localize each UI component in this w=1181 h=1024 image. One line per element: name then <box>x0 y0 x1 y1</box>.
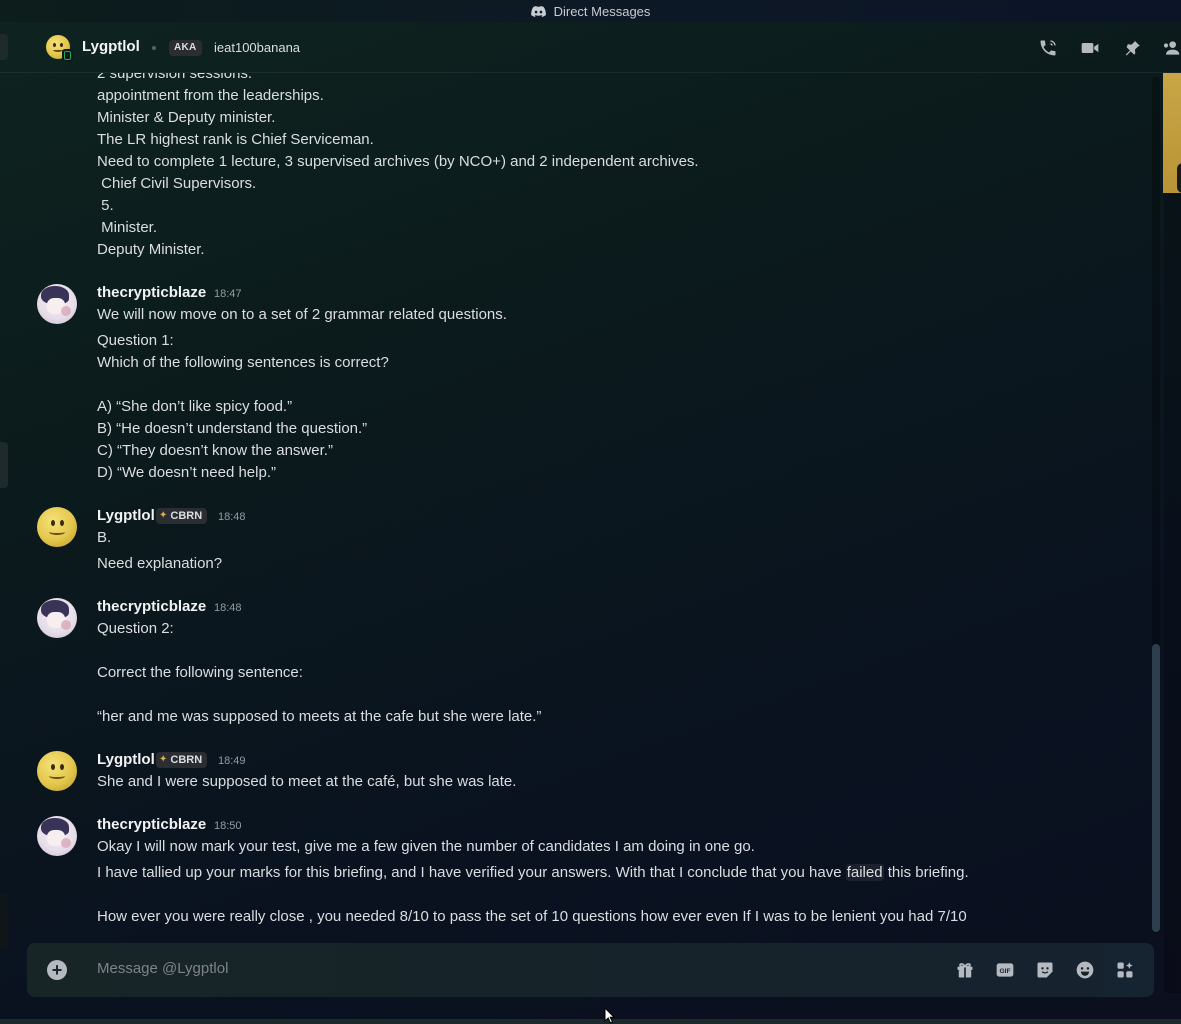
message-text: Which of the following sentences is corr… <box>97 354 389 371</box>
role-icon: ✦ <box>159 754 168 765</box>
user-avatar[interactable] <box>37 284 77 324</box>
highlighted-word: failed <box>845 864 884 881</box>
video-call-icon[interactable] <box>1079 37 1101 59</box>
message-text: Chief Civil Supervisors. <box>97 175 257 192</box>
message-text: A) “She don’t like spicy food.” <box>97 398 293 415</box>
mobile-status-icon <box>62 49 73 62</box>
message-composer[interactable]: + Message @Lygptlol GIF <box>27 943 1154 997</box>
message-text: Deputy Minister. <box>97 241 205 258</box>
role-tag-label: CBRN <box>170 754 203 766</box>
message-text: Question 2: <box>97 620 174 637</box>
message-timestamp: 18:47 <box>214 288 242 300</box>
message-text: We will now move on to a set of 2 gramma… <box>97 306 507 323</box>
profile-panel <box>1164 193 1181 993</box>
message-text: Minister & Deputy minister. <box>97 109 276 126</box>
message-text: I have tallied up your marks for this br… <box>97 863 969 883</box>
message-author[interactable]: thecrypticblaze <box>97 815 206 835</box>
scrollbar-thumb[interactable] <box>1152 644 1160 932</box>
message-text: She and I were supposed to meet at the c… <box>97 773 517 790</box>
status-strip <box>0 1019 1181 1024</box>
message-timestamp: 18:50 <box>214 820 242 832</box>
message-text: C) “They doesn’t know the answer.” <box>97 442 333 459</box>
alias-name: ieat100banana <box>214 40 301 55</box>
user-avatar[interactable] <box>37 507 77 547</box>
message-text: Okay I will now mark your test, give me … <box>97 838 755 855</box>
gift-icon[interactable] <box>954 959 976 981</box>
message-text-part: this briefing. <box>883 864 969 881</box>
pin-icon[interactable] <box>1121 37 1143 59</box>
user-avatar[interactable] <box>37 816 77 856</box>
message-author[interactable]: Lygptlol <box>97 506 155 526</box>
message-text-part: I have tallied up your marks for this br… <box>97 864 846 881</box>
role-tag[interactable]: ✦ CBRN <box>156 508 208 524</box>
user-avatar[interactable] <box>37 751 77 791</box>
user-avatar[interactable] <box>37 598 77 638</box>
window-title: Direct Messages <box>553 3 651 19</box>
message-text: Need explanation? <box>97 555 223 572</box>
attach-plus-icon[interactable]: + <box>47 960 67 980</box>
role-tag-label: CBRN <box>170 510 203 522</box>
mouse-cursor-icon <box>604 1007 616 1024</box>
message-text: B. <box>97 529 112 546</box>
phone-call-icon[interactable] <box>1037 37 1059 59</box>
message-text: Need to complete 1 lecture, 3 supervised… <box>97 153 699 170</box>
message-text: appointment from the leaderships. <box>97 87 324 104</box>
emoji-icon[interactable] <box>1074 959 1096 981</box>
message-text: Minister. <box>97 219 158 236</box>
message-text: D) “We doesn’t need help.” <box>97 464 276 481</box>
message-author[interactable]: Lygptlol <box>97 750 155 770</box>
message-text: The LR highest rank is Chief Serviceman. <box>97 131 374 148</box>
profile-banner <box>1163 73 1181 193</box>
message-text: How ever you were really close , you nee… <box>97 908 967 925</box>
role-icon: ✦ <box>159 510 168 521</box>
gif-icon[interactable]: GIF <box>994 959 1016 981</box>
window-title-bar: Direct Messages <box>0 0 1181 22</box>
message-text: 5. <box>97 197 114 214</box>
message-author[interactable]: thecrypticblaze <box>97 283 206 303</box>
discord-icon <box>530 5 546 17</box>
message-text: “her and me was supposed to meets at the… <box>97 708 542 725</box>
sticker-icon[interactable] <box>1034 959 1056 981</box>
message-timestamp: 18:49 <box>218 755 246 767</box>
svg-text:GIF: GIF <box>999 968 1010 975</box>
message-text: Question 1: <box>97 332 174 349</box>
message-author[interactable]: thecrypticblaze <box>97 597 206 617</box>
apps-icon[interactable] <box>1114 959 1136 981</box>
message-timestamp: 18:48 <box>214 602 242 614</box>
add-friends-icon[interactable] <box>1160 37 1181 59</box>
header-avatar[interactable] <box>46 35 73 62</box>
message-text: 2 supervision sessions. <box>97 73 253 82</box>
role-tag[interactable]: ✦ CBRN <box>156 752 208 768</box>
message-list: 2 supervision sessions. appointment from… <box>0 73 1150 935</box>
dm-recipient-name[interactable]: Lygptlol <box>82 38 140 55</box>
channel-header: Lygptlol AKA ieat100banana <box>0 22 1181 73</box>
message-timestamp: 18:48 <box>218 511 246 523</box>
separator-dot <box>152 46 156 50</box>
message-text: B) “He doesn’t understand the question.” <box>97 420 368 437</box>
message-text: Correct the following sentence: <box>97 664 303 681</box>
aka-badge: AKA <box>169 40 202 56</box>
message-input[interactable]: Message @Lygptlol <box>97 960 228 977</box>
